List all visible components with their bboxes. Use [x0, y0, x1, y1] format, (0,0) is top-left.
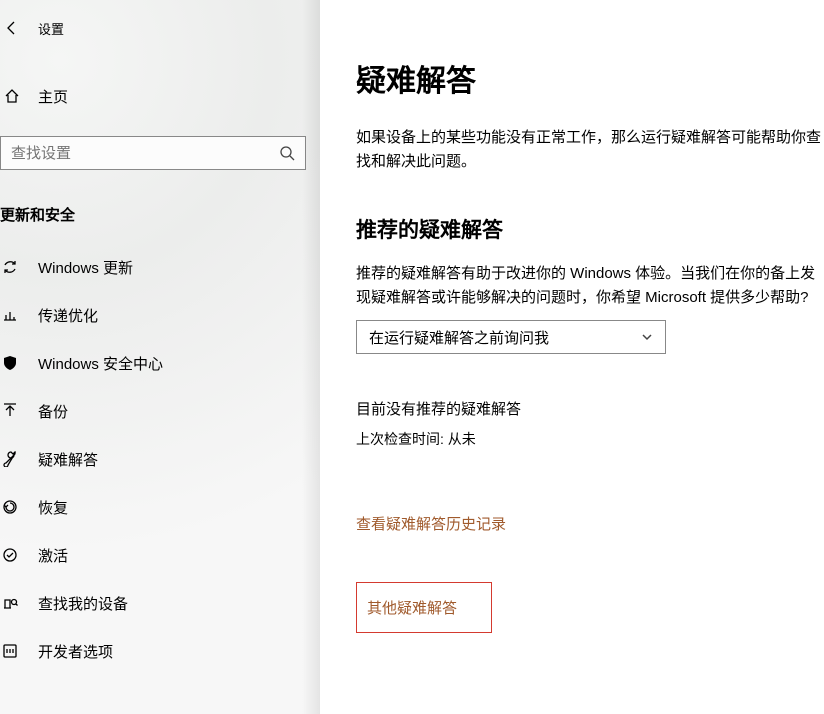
sidebar-item-label: Windows 安全中心	[38, 353, 163, 374]
recovery-icon	[2, 499, 18, 515]
search-box[interactable]	[0, 136, 306, 170]
home-row[interactable]: 主页	[0, 74, 320, 118]
chevron-down-icon	[641, 331, 653, 343]
page-title: 疑难解答	[356, 56, 824, 100]
main-content: 疑难解答 如果设备上的某些功能没有正常工作，那么运行疑难解答可能帮助你查找和解决…	[320, 0, 824, 714]
sidebar-item-backup[interactable]: 备份	[0, 387, 320, 435]
window-title: 设置	[38, 19, 64, 38]
home-label: 主页	[38, 86, 68, 107]
sidebar-item-label: 恢复	[38, 497, 68, 518]
no-recommended-text: 目前没有推荐的疑难解答	[356, 398, 824, 419]
sidebar-nav: Windows 更新 传递优化 Windows 安全中心 备份	[0, 243, 320, 675]
sidebar-item-find-my-device[interactable]: 查找我的设备	[0, 579, 320, 627]
view-history-link[interactable]: 查看疑难解答历史记录	[356, 513, 506, 534]
sidebar-item-label: 疑难解答	[38, 449, 98, 470]
recommended-title: 推荐的疑难解答	[356, 214, 824, 244]
other-troubleshooters-link[interactable]: 其他疑难解答	[356, 582, 492, 633]
sidebar-item-activation[interactable]: 激活	[0, 531, 320, 579]
intro-text: 如果设备上的某些功能没有正常工作，那么运行疑难解答可能帮助你查找和解决此问题。	[356, 126, 824, 174]
find-device-icon	[2, 595, 18, 611]
delivery-icon	[2, 307, 18, 323]
sidebar-item-developer-options[interactable]: 开发者选项	[0, 627, 320, 675]
sidebar-category: 更新和安全	[0, 204, 320, 225]
sidebar-item-windows-security[interactable]: Windows 安全中心	[0, 339, 320, 387]
annotation-arrow	[800, 526, 824, 646]
sidebar-item-label: Windows 更新	[38, 257, 133, 278]
help-level-dropdown[interactable]: 在运行疑难解答之前询问我	[356, 320, 666, 354]
sidebar-item-label: 激活	[38, 545, 68, 566]
back-icon[interactable]	[4, 20, 20, 36]
sidebar-item-label: 开发者选项	[38, 641, 113, 662]
sidebar-item-windows-update[interactable]: Windows 更新	[0, 243, 320, 291]
sidebar-item-label: 备份	[38, 401, 68, 422]
window-title-row: 设置	[0, 6, 320, 50]
sidebar-item-troubleshoot[interactable]: 疑难解答	[0, 435, 320, 483]
sidebar-item-recovery[interactable]: 恢复	[0, 483, 320, 531]
sidebar-item-label: 查找我的设备	[38, 593, 128, 614]
developer-icon	[2, 643, 18, 659]
search-icon	[279, 145, 295, 161]
recommended-description: 推荐的疑难解答有助于改进你的 Windows 体验。当我们在你的备上发现疑难解答…	[356, 262, 824, 310]
home-icon	[4, 88, 20, 104]
sidebar-item-delivery-optimization[interactable]: 传递优化	[0, 291, 320, 339]
dropdown-value: 在运行疑难解答之前询问我	[369, 327, 641, 348]
upload-icon	[2, 403, 18, 419]
last-check-text: 上次检查时间: 从未	[356, 429, 824, 449]
check-circle-icon	[2, 547, 18, 563]
sidebar: 设置 主页 更新和安全 Windows 更新	[0, 0, 320, 714]
wrench-icon	[2, 451, 18, 467]
sidebar-item-label: 传递优化	[38, 305, 98, 326]
shield-icon	[2, 355, 18, 371]
search-input[interactable]	[11, 145, 279, 162]
sync-icon	[2, 259, 18, 275]
